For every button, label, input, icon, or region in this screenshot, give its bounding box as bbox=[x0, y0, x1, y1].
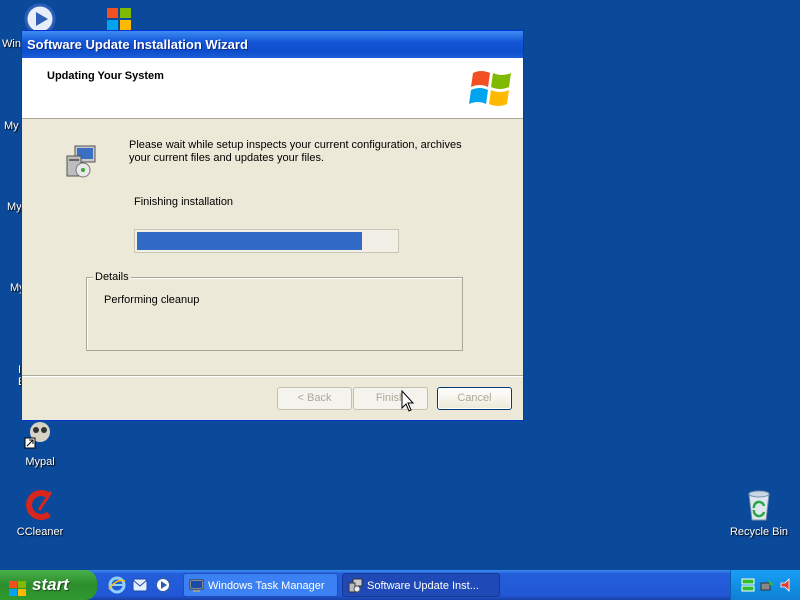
back-button[interactable]: < Back bbox=[277, 387, 352, 410]
task-label: Windows Task Manager bbox=[208, 580, 325, 592]
recycle-bin-icon bbox=[742, 488, 776, 522]
desktop-icon-mypal[interactable]: Mypal bbox=[4, 418, 76, 468]
details-text: Performing cleanup bbox=[104, 294, 200, 306]
desktop-icon-label: Recycle Bin bbox=[729, 526, 789, 538]
mouse-cursor-icon bbox=[401, 389, 417, 414]
progress-fill bbox=[137, 232, 362, 250]
install-progress-bar bbox=[134, 229, 399, 253]
window-titlebar[interactable]: Software Update Installation Wizard bbox=[22, 31, 523, 58]
desktop-icon-recycle-bin[interactable]: Recycle Bin bbox=[723, 488, 795, 538]
cancel-button[interactable]: Cancel bbox=[437, 387, 512, 410]
task-manager-icon bbox=[189, 578, 204, 593]
mypal-icon bbox=[23, 418, 57, 452]
setup-computer-icon bbox=[348, 578, 363, 593]
desktop-icon-ccleaner[interactable]: CCleaner bbox=[4, 488, 76, 538]
details-groupbox: Details Performing cleanup bbox=[86, 271, 463, 351]
taskbar: start Windows Task Manager Software Upda… bbox=[0, 570, 800, 600]
windows-logo-icon bbox=[469, 65, 515, 111]
setup-computer-icon bbox=[63, 144, 99, 180]
wizard-description: Please wait while setup inspects your cu… bbox=[129, 139, 462, 164]
desktop-icon-label-partial: My bbox=[7, 201, 22, 213]
taskbar-task-software-update[interactable]: Software Update Inst... bbox=[342, 573, 500, 597]
button-separator bbox=[22, 375, 523, 377]
desktop-icon-label: CCleaner bbox=[16, 526, 64, 538]
window-title: Software Update Installation Wizard bbox=[27, 37, 248, 52]
wizard-header-title: Updating Your System bbox=[47, 70, 164, 82]
start-label: start bbox=[32, 575, 69, 594]
ccleaner-icon bbox=[23, 488, 57, 522]
details-legend: Details bbox=[93, 271, 131, 283]
desktop-icon-label-partial: My bbox=[4, 120, 19, 132]
windows-flag-icon bbox=[9, 577, 27, 596]
taskbar-task-task-manager[interactable]: Windows Task Manager bbox=[183, 573, 338, 597]
media-player-icon[interactable] bbox=[154, 576, 172, 594]
install-status-text: Finishing installation bbox=[134, 196, 234, 208]
system-tray bbox=[730, 570, 800, 600]
wizard-header: Updating Your System bbox=[22, 58, 523, 119]
volume-icon[interactable] bbox=[779, 577, 795, 593]
outlook-icon[interactable] bbox=[131, 576, 149, 594]
network-icon[interactable] bbox=[741, 578, 755, 592]
internet-explorer-icon[interactable] bbox=[108, 576, 126, 594]
installation-wizard-window: Software Update Installation Wizard Upda… bbox=[21, 30, 524, 421]
safely-remove-hardware-icon[interactable] bbox=[759, 577, 775, 593]
task-label: Software Update Inst... bbox=[367, 580, 479, 592]
start-button[interactable]: start bbox=[0, 570, 97, 600]
desktop-icon-label: Mypal bbox=[25, 456, 55, 468]
